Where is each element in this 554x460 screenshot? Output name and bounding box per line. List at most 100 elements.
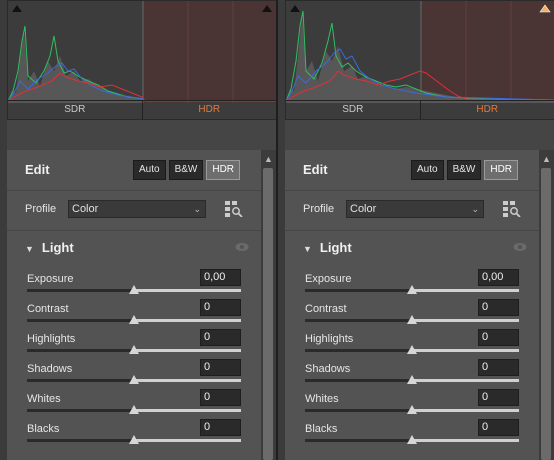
eye-icon[interactable] xyxy=(513,242,527,252)
slider-knob[interactable] xyxy=(407,405,417,414)
slider-knob[interactable] xyxy=(407,435,417,444)
light-section-header[interactable]: ▼ Light xyxy=(25,240,74,255)
slider-value-input[interactable]: 0 xyxy=(200,359,241,376)
shadow-clip-icon[interactable] xyxy=(11,3,23,13)
chevron-down-icon: ⌄ xyxy=(471,204,479,214)
slider-knob[interactable] xyxy=(129,405,139,414)
slider-value-input[interactable]: 0 xyxy=(478,329,519,346)
light-section-title: Light xyxy=(319,240,352,255)
histogram-graph xyxy=(8,1,276,103)
panel-left: SDR HDR Edit Auto B&W HDR Profile Color … xyxy=(0,0,276,460)
light-section-title: Light xyxy=(41,240,74,255)
histogram-graph xyxy=(286,1,554,103)
slider-track-fill xyxy=(134,439,241,442)
slider-track-fill xyxy=(412,289,519,292)
slider-knob[interactable] xyxy=(407,375,417,384)
divider xyxy=(285,230,539,231)
histogram: SDR HDR xyxy=(7,0,276,120)
slider-label: Exposure xyxy=(305,273,352,285)
auto-button[interactable]: Auto xyxy=(133,160,166,180)
collapse-triangle-icon: ▼ xyxy=(25,244,34,254)
profile-label: Profile xyxy=(25,203,57,215)
bw-button[interactable]: B&W xyxy=(446,160,482,180)
bw-button[interactable]: B&W xyxy=(168,160,204,180)
slider-value-input[interactable]: 0 xyxy=(478,299,519,316)
highlight-clip-icon[interactable] xyxy=(261,3,273,13)
slider-track-fill xyxy=(134,289,241,292)
scrollbar-thumb[interactable] xyxy=(541,168,551,460)
slider-label: Whites xyxy=(305,393,339,405)
slider-label: Blacks xyxy=(27,423,60,435)
slider-value-input[interactable]: 0 xyxy=(200,419,241,436)
slider-knob[interactable] xyxy=(407,285,417,294)
profile-value: Color xyxy=(72,203,99,215)
scrollbar-thumb[interactable] xyxy=(263,168,273,460)
profile-browser-icon[interactable] xyxy=(225,201,243,218)
slider-track-fill xyxy=(412,319,519,322)
hdr-button[interactable]: HDR xyxy=(484,160,519,180)
divider xyxy=(7,190,261,191)
slider-track-fill xyxy=(134,319,241,322)
slider-label: Shadows xyxy=(27,363,73,375)
profile-select[interactable]: Color ⌄ xyxy=(68,200,206,218)
slider-value-input[interactable]: 0 xyxy=(200,389,241,406)
hdr-label: HDR xyxy=(198,104,221,115)
chevron-down-icon: ⌄ xyxy=(193,204,201,214)
histogram: SDR HDR xyxy=(285,0,554,120)
profile-browser-icon[interactable] xyxy=(503,201,521,218)
slider-knob[interactable] xyxy=(129,315,139,324)
profile-label: Profile xyxy=(303,203,335,215)
slider-value-input[interactable]: 0 xyxy=(200,299,241,316)
slider-label: Highlights xyxy=(27,333,76,345)
slider-label: Blacks xyxy=(305,423,338,435)
divider xyxy=(7,230,261,231)
slider-knob[interactable] xyxy=(129,345,139,354)
sdr-label: SDR xyxy=(8,101,143,119)
slider-knob[interactable] xyxy=(129,285,139,294)
scrollbar[interactable]: ▲ xyxy=(261,150,275,460)
light-section-header[interactable]: ▼ Light xyxy=(303,240,352,255)
eye-icon[interactable] xyxy=(235,242,249,252)
shadow-clip-icon[interactable] xyxy=(289,3,301,13)
slider-knob[interactable] xyxy=(407,345,417,354)
scrollbar[interactable]: ▲ xyxy=(539,150,553,460)
panel-right: SDR HDR Edit Auto B&W HDR Profile Color … xyxy=(278,0,554,460)
slider-label: Highlights xyxy=(305,333,354,345)
slider-track-fill xyxy=(412,379,519,382)
edit-panel: Edit Auto B&W HDR Profile Color ⌄ ▼ Light xyxy=(285,150,539,460)
highlight-clip-icon[interactable] xyxy=(539,3,551,13)
edit-title: Edit xyxy=(25,162,50,177)
slider-knob[interactable] xyxy=(129,435,139,444)
slider-value-input[interactable]: 0,00 xyxy=(478,269,519,286)
slider-value-input[interactable]: 0 xyxy=(478,389,519,406)
slider-track-fill xyxy=(134,349,241,352)
hdr-button[interactable]: HDR xyxy=(206,160,241,180)
slider-value-input[interactable]: 0 xyxy=(478,359,519,376)
slider-row-blacks: Blacks 0 xyxy=(285,419,539,453)
edit-title: Edit xyxy=(303,162,328,177)
slider-track-fill xyxy=(134,409,241,412)
divider xyxy=(285,190,539,191)
slider-label: Exposure xyxy=(27,273,74,285)
slider-value-input[interactable]: 0 xyxy=(478,419,519,436)
histogram-info-area xyxy=(285,120,554,150)
collapse-triangle-icon: ▼ xyxy=(303,244,312,254)
edit-panel: Edit Auto B&W HDR Profile Color ⌄ ▼ Light xyxy=(7,150,261,460)
profile-select[interactable]: Color ⌄ xyxy=(346,200,484,218)
slider-value-input[interactable]: 0 xyxy=(200,329,241,346)
slider-knob[interactable] xyxy=(129,375,139,384)
slider-track-fill xyxy=(412,349,519,352)
slider-label: Whites xyxy=(27,393,61,405)
scroll-up-icon[interactable]: ▲ xyxy=(264,154,273,164)
slider-track-fill xyxy=(412,409,519,412)
hdr-label: HDR xyxy=(476,104,499,115)
auto-button[interactable]: Auto xyxy=(411,160,444,180)
profile-value: Color xyxy=(350,203,377,215)
slider-value-input[interactable]: 0,00 xyxy=(200,269,241,286)
scroll-up-icon[interactable]: ▲ xyxy=(542,154,551,164)
slider-knob[interactable] xyxy=(407,315,417,324)
slider-label: Contrast xyxy=(305,303,347,315)
sdr-label: SDR xyxy=(286,101,421,119)
slider-track-fill xyxy=(134,379,241,382)
slider-label: Shadows xyxy=(305,363,351,375)
